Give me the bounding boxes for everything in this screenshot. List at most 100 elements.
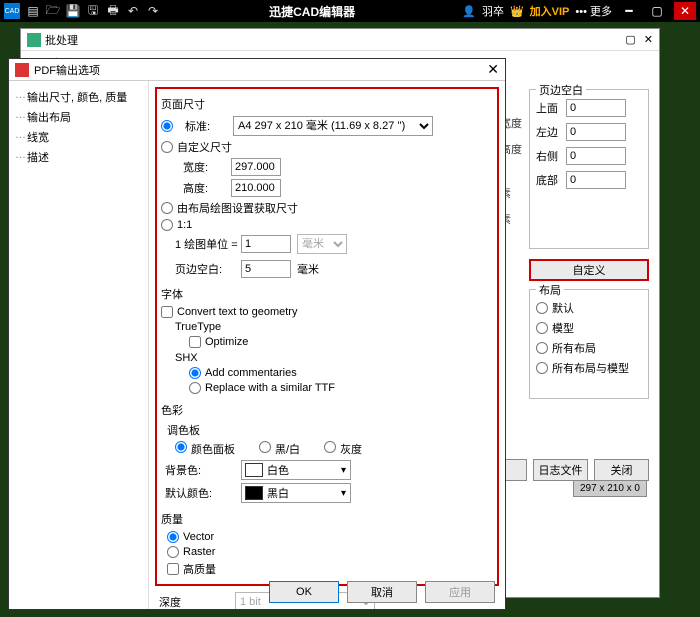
maximize-icon[interactable]: ▢: [646, 2, 668, 20]
margin-top-label: 上面: [536, 100, 566, 116]
options-tree: 输出尺寸, 颜色, 质量 输出布局 线宽 描述: [9, 81, 149, 609]
cancel-button[interactable]: 取消: [347, 581, 417, 603]
layout-all-radio[interactable]: [536, 342, 548, 354]
standard-radio[interactable]: [161, 120, 173, 132]
one-one-label: 1:1: [177, 219, 192, 231]
status-size: 297 x 210 x 0: [573, 480, 647, 497]
custom-radio[interactable]: [161, 141, 173, 153]
bw-radio[interactable]: [259, 441, 271, 453]
depth-label: 深度: [155, 594, 235, 609]
add-comment-label: Add commentaries: [205, 367, 297, 379]
defcolor-select[interactable]: 黑白: [241, 483, 351, 503]
batch-close-icon[interactable]: ✕: [644, 33, 653, 46]
defcolor-label: 默认颜色:: [161, 485, 241, 501]
layout-model-radio[interactable]: [536, 322, 548, 334]
page-title: 页面尺寸: [161, 96, 493, 112]
close-button[interactable]: 关闭: [594, 459, 649, 481]
gray-radio[interactable]: [324, 441, 336, 453]
tree-size[interactable]: 输出尺寸, 颜色, 质量: [15, 87, 142, 107]
margin-input[interactable]: [241, 260, 291, 278]
tree-layout[interactable]: 输出布局: [15, 107, 142, 127]
print-icon[interactable]: 🖶: [104, 3, 122, 19]
saveas-icon[interactable]: 🖫: [84, 3, 102, 19]
width-input[interactable]: [231, 158, 281, 176]
bgcolor-select[interactable]: 白色: [241, 460, 351, 480]
app-logo: CAD: [4, 3, 20, 19]
palette-label: 调色板: [161, 422, 493, 438]
optimize-label: Optimize: [205, 336, 248, 348]
replace-ttf-radio[interactable]: [189, 382, 201, 394]
unit-select: 毫米: [297, 234, 347, 254]
dialog-footer: OK 取消 应用: [269, 581, 495, 603]
dialog-close-icon[interactable]: ✕: [487, 61, 499, 78]
replace-ttf-label: Replace with a similar TTF: [205, 382, 335, 394]
from-layout-radio[interactable]: [161, 202, 173, 214]
height-label: 高度:: [175, 180, 231, 196]
username[interactable]: 羽卒: [482, 3, 504, 19]
vip-button[interactable]: 加入VIP: [530, 3, 570, 19]
custom-label: 自定义尺寸: [177, 139, 232, 155]
layout-group: 布局 默认 模型 所有布局 所有布局与模型: [529, 289, 649, 399]
batch-titlebar: 批处理 ▢ ✕: [21, 29, 659, 51]
margin-unit: 毫米: [297, 261, 319, 277]
open-icon[interactable]: 🗁: [44, 3, 62, 19]
color-title: 色彩: [161, 402, 493, 418]
margin-left-input[interactable]: [566, 123, 626, 141]
close-icon[interactable]: ✕: [674, 2, 696, 20]
log-button[interactable]: 日志文件: [533, 459, 588, 481]
save-icon[interactable]: 💾: [64, 3, 82, 19]
standard-select[interactable]: A4 297 x 210 毫米 (11.69 x 8.27 ''): [233, 116, 433, 136]
margin-bottom-input[interactable]: [566, 171, 626, 189]
vector-label: Vector: [183, 531, 214, 543]
batch-max-icon[interactable]: ▢: [625, 33, 635, 46]
new-icon[interactable]: ▤: [24, 3, 42, 19]
ok-button[interactable]: OK: [269, 581, 339, 603]
tree-linewidth[interactable]: 线宽: [15, 127, 142, 147]
quality-title: 质量: [161, 511, 493, 527]
width-label: 宽度:: [175, 159, 231, 175]
more-button[interactable]: ••• 更多: [575, 3, 612, 19]
crown-icon: 👑: [510, 5, 524, 18]
margin-top-input[interactable]: [566, 99, 626, 117]
custom-button[interactable]: 自定义: [529, 259, 649, 281]
redo-icon[interactable]: ↷: [144, 3, 162, 19]
shx-label: SHX: [175, 352, 493, 364]
options-main: 页面尺寸 标准: A4 297 x 210 毫米 (11.69 x 8.27 '…: [149, 81, 505, 609]
margin-left-label: 左边: [536, 124, 566, 140]
margin-label: 页边空白:: [161, 261, 241, 277]
convert-text-check[interactable]: [161, 306, 173, 318]
rgb-radio[interactable]: [175, 441, 187, 453]
optimize-check[interactable]: [189, 336, 201, 348]
tree-desc[interactable]: 描述: [15, 147, 142, 167]
height-input[interactable]: [231, 179, 281, 197]
minimize-icon[interactable]: ━: [618, 2, 640, 20]
one-one-radio[interactable]: [161, 219, 173, 231]
add-comment-radio[interactable]: [189, 367, 201, 379]
undo-icon[interactable]: ↶: [124, 3, 142, 19]
white-swatch-icon: [245, 463, 263, 477]
pdf-output-dialog: PDF输出选项 ✕ 输出尺寸, 颜色, 质量 输出布局 线宽 描述 页面尺寸 标…: [8, 58, 506, 610]
raster-radio[interactable]: [167, 546, 179, 558]
batch-title: 批处理: [45, 32, 78, 48]
apply-button[interactable]: 应用: [425, 581, 495, 603]
toolbar-icons: ▤ 🗁 💾 🖫 🖶 ↶ ↷: [24, 3, 162, 19]
bgcolor-label: 背景色:: [161, 462, 241, 478]
avatar-icon[interactable]: 👤: [462, 5, 476, 18]
truetype-label: TrueType: [175, 321, 493, 333]
from-layout-label: 由布局绘图设置获取尺寸: [177, 200, 298, 216]
margin-right-input[interactable]: [566, 147, 626, 165]
layout-default-radio[interactable]: [536, 302, 548, 314]
vector-radio[interactable]: [167, 531, 179, 543]
dialog-title: PDF输出选项: [34, 62, 100, 78]
margin-bottom-label: 底部: [536, 172, 566, 188]
dialog-titlebar: PDF输出选项 ✕: [9, 59, 505, 81]
page-margins-group: 页边空白 上面 左边 右侧 底部: [529, 89, 649, 249]
dialog-title-icon: [15, 63, 29, 77]
layout-allmodel-radio[interactable]: [536, 362, 548, 374]
titlebar-right: 👤 羽卒 👑 加入VIP ••• 更多 ━ ▢ ✕: [462, 2, 696, 20]
hq-check[interactable]: [167, 563, 179, 575]
app-title: 迅捷CAD编辑器: [162, 3, 462, 20]
unit-input[interactable]: [241, 235, 291, 253]
black-swatch-icon: [245, 486, 263, 500]
batch-title-icon: [27, 33, 41, 47]
